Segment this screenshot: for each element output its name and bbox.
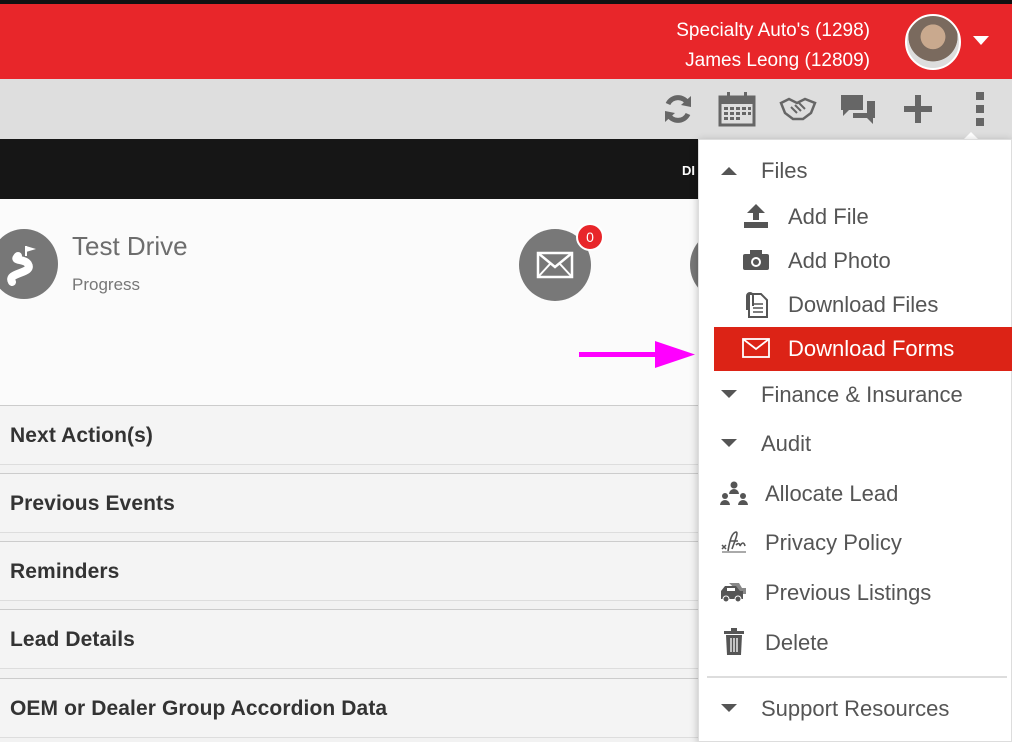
menu-audit[interactable]: Audit bbox=[699, 422, 1012, 466]
chevron-down-icon bbox=[721, 439, 737, 447]
menu-add-photo-label: Add Photo bbox=[788, 248, 891, 273]
envelope-icon bbox=[741, 333, 771, 363]
menu-privacy-policy[interactable]: Privacy Policy bbox=[699, 521, 1012, 565]
people-network-icon bbox=[719, 478, 749, 508]
chevron-down-icon bbox=[721, 390, 737, 398]
dealer-user-info: Specialty Auto's (1298) James Leong (128… bbox=[676, 16, 870, 76]
menu-download-forms[interactable]: Download Forms bbox=[714, 327, 1012, 371]
chevron-down-icon[interactable] bbox=[973, 36, 989, 45]
user-name: James Leong (12809) bbox=[685, 50, 870, 71]
menu-files-label: Files bbox=[761, 158, 808, 183]
menu-allocate-label: Allocate Lead bbox=[765, 481, 899, 506]
menu-privacy-label: Privacy Policy bbox=[765, 530, 902, 555]
avatar[interactable] bbox=[905, 14, 961, 70]
handshake-icon[interactable] bbox=[778, 89, 818, 129]
nav-bar-label: DI bbox=[682, 163, 695, 178]
camera-icon bbox=[741, 245, 771, 275]
menu-add-file-label: Add File bbox=[788, 204, 869, 229]
cars-icon bbox=[719, 577, 749, 607]
chevron-down-icon bbox=[721, 704, 737, 712]
menu-allocate-lead[interactable]: Allocate Lead bbox=[699, 472, 1012, 516]
menu-delete[interactable]: Delete bbox=[699, 621, 1012, 665]
accordion-label: Reminders bbox=[10, 560, 120, 583]
menu-delete-label: Delete bbox=[765, 630, 829, 655]
chat-icon[interactable] bbox=[838, 89, 878, 129]
signature-icon bbox=[719, 527, 749, 557]
refresh-icon[interactable] bbox=[658, 89, 698, 129]
menu-audit-label: Audit bbox=[761, 431, 812, 456]
test-drive-title: Test Drive bbox=[72, 231, 188, 261]
kebab-menu-icon[interactable] bbox=[960, 89, 1000, 129]
accordion-label: Lead Details bbox=[10, 628, 135, 651]
annotation-arrow bbox=[579, 341, 695, 368]
accordion-label: Next Action(s) bbox=[10, 424, 153, 447]
dealer-name: Specialty Auto's (1298) bbox=[676, 20, 870, 41]
menu-files[interactable]: Files bbox=[699, 149, 1012, 193]
plus-icon[interactable] bbox=[898, 89, 938, 129]
menu-support-label: Support Resources bbox=[761, 696, 950, 721]
menu-finance-label: Finance & Insurance bbox=[761, 382, 963, 407]
menu-add-file[interactable]: Add File bbox=[699, 195, 1012, 239]
menu-support-resources[interactable]: Support Resources bbox=[699, 687, 1012, 731]
actions-menu: Files Add File Add Photo Download Files … bbox=[698, 139, 1012, 742]
chevron-up-icon bbox=[721, 167, 737, 175]
menu-previous-listings-label: Previous Listings bbox=[765, 580, 932, 605]
test-drive-subtitle: Progress bbox=[72, 275, 141, 294]
menu-previous-listings[interactable]: Previous Listings bbox=[699, 571, 1012, 615]
mail-count-badge: 0 bbox=[576, 223, 604, 251]
menu-download-files[interactable]: Download Files bbox=[699, 283, 1012, 327]
menu-download-forms-label: Download Forms bbox=[788, 336, 955, 361]
upload-icon bbox=[741, 201, 771, 231]
menu-finance-insurance[interactable]: Finance & Insurance bbox=[699, 373, 1012, 417]
menu-add-photo[interactable]: Add Photo bbox=[699, 239, 1012, 283]
menu-download-files-label: Download Files bbox=[788, 292, 939, 317]
accordion-label: Previous Events bbox=[10, 492, 175, 515]
trash-icon bbox=[719, 627, 749, 657]
calendar-icon[interactable] bbox=[717, 89, 757, 129]
accordion-label: OEM or Dealer Group Accordion Data bbox=[10, 697, 388, 720]
toolbar bbox=[0, 79, 1012, 139]
road-icon bbox=[0, 229, 58, 299]
menu-divider bbox=[707, 676, 1007, 678]
attachment-document-icon bbox=[741, 289, 771, 319]
top-header: Specialty Auto's (1298) James Leong (128… bbox=[0, 0, 1012, 79]
